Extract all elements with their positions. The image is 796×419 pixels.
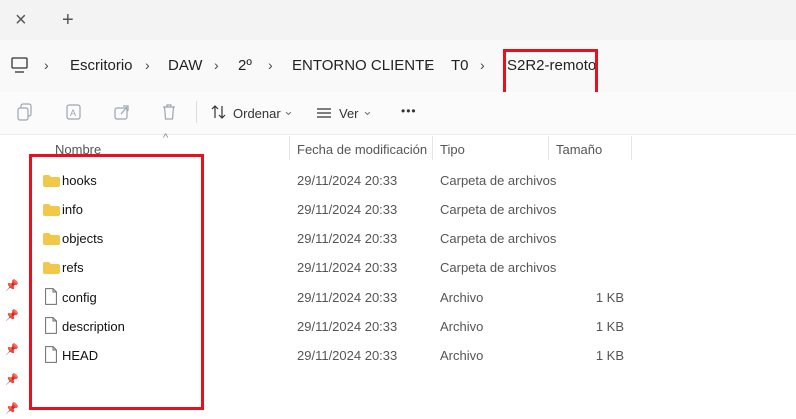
toolbar-divider — [196, 101, 197, 123]
file-size: 1 KB — [595, 348, 624, 363]
file-type: Archivo — [440, 348, 484, 363]
new-tab-icon[interactable]: + — [62, 10, 74, 30]
file-date: 29/11/2024 20:33 — [297, 260, 398, 275]
file-date: 29/11/2024 20:33 — [297, 202, 398, 217]
copy-icon[interactable] — [17, 103, 33, 121]
pin-icon[interactable]: 📌 — [5, 402, 19, 415]
breadcrumb-item-entorno-cliente[interactable]: ENTORNO CLIENTE — [292, 57, 434, 74]
file-type: Archivo — [440, 319, 484, 334]
file-date: 29/11/2024 20:33 — [297, 319, 398, 334]
view-button[interactable]: Ver — [339, 106, 359, 121]
file-size: 1 KB — [595, 290, 624, 305]
delete-icon[interactable] — [161, 103, 177, 121]
breadcrumb-item-escritorio[interactable]: Escritorio — [70, 57, 133, 74]
sort-icon — [211, 104, 227, 125]
breadcrumb-item-daw[interactable]: DAW — [168, 57, 202, 74]
breadcrumb-item-t0[interactable]: T0 — [451, 57, 469, 74]
chevron-down-icon: ⌄ — [283, 103, 294, 118]
sort-ascending-icon: ^ — [163, 132, 169, 144]
more-options-button[interactable]: ••• — [401, 104, 417, 118]
file-size: 1 KB — [595, 319, 624, 334]
file-type: Carpeta de archivos — [440, 260, 557, 275]
column-separator[interactable] — [548, 136, 549, 160]
breadcrumb-separator-icon: › — [214, 57, 219, 73]
file-type: Archivo — [440, 290, 484, 305]
rename-icon[interactable]: A — [66, 103, 82, 121]
sort-button[interactable]: Ordenar — [233, 106, 281, 121]
column-separator[interactable] — [432, 136, 433, 160]
share-icon[interactable] — [114, 103, 130, 121]
file-date: 29/11/2024 20:33 — [297, 231, 398, 246]
breadcrumb-separator-icon: › — [425, 57, 430, 73]
column-header-size[interactable]: Tamaño — [556, 142, 602, 157]
file-type: Carpeta de archivos — [440, 202, 557, 217]
file-date: 29/11/2024 20:33 — [297, 348, 398, 363]
breadcrumb-separator-icon: › — [480, 57, 485, 73]
file-type: Carpeta de archivos — [440, 231, 557, 246]
column-header-type[interactable]: Tipo — [440, 142, 465, 157]
breadcrumb-separator-icon: › — [145, 57, 150, 73]
svg-text:A: A — [70, 108, 76, 118]
file-date: 29/11/2024 20:33 — [297, 173, 398, 188]
highlight-current-folder — [503, 49, 598, 97]
column-separator[interactable] — [631, 136, 632, 160]
close-tab-icon[interactable]: × — [15, 10, 27, 30]
computer-icon[interactable] — [11, 57, 29, 79]
breadcrumb-separator-icon: › — [268, 57, 273, 73]
file-type: Carpeta de archivos — [440, 173, 557, 188]
breadcrumb-item-2[interactable]: 2º — [238, 57, 252, 74]
tab-bar — [0, 0, 796, 40]
pin-icon[interactable]: 📌 — [5, 373, 19, 386]
file-date: 29/11/2024 20:33 — [297, 290, 398, 305]
breadcrumb-separator-icon: › — [44, 57, 49, 73]
column-separator[interactable] — [289, 136, 290, 160]
chevron-down-icon: ⌄ — [362, 103, 373, 118]
column-header-date[interactable]: Fecha de modificación — [297, 142, 427, 157]
view-icon — [316, 106, 332, 124]
highlight-file-list — [29, 154, 204, 410]
